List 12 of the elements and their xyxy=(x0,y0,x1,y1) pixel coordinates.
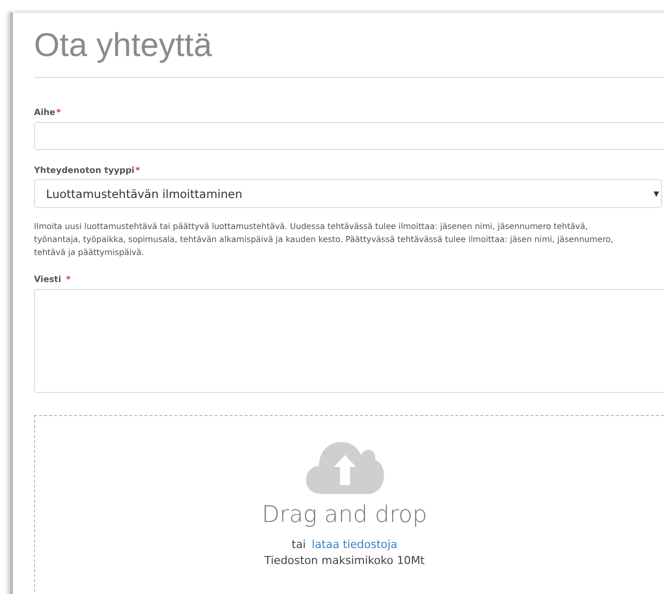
or-text: tai xyxy=(292,538,306,551)
field-label: Viesti * xyxy=(34,275,71,285)
size-limit-text: Tiedoston maksimikoko 10Mt xyxy=(264,554,425,567)
page-title: Ota yhteyttä xyxy=(34,25,212,65)
message-textarea[interactable] xyxy=(34,289,664,393)
dropzone-heading: Drag and drop xyxy=(262,502,428,528)
upload-link[interactable]: lataa tiedostoja xyxy=(312,538,398,551)
help-text: Ilmoita uusi luottamustehtävä tai päättyvä luottamustehtävä. Uudessa tehtävässä tulee ilmoittaa: jäsenen nimi, jäsennumero tehtävä, työnantaja, työpaikka, sopimusala, tehtävän alkamispäivä ja kauden kesto. Päättyvässä tehtävässä tulee ilmoittaa: jäsen nimi, jäsennumero, tehtävä ja päättymispäivä. xyxy=(34,220,614,259)
field-label: Yhteydenoton tyyppi* xyxy=(34,166,140,176)
field-label: Aihe* xyxy=(34,108,61,118)
subject-input[interactable] xyxy=(34,122,664,150)
dropzone[interactable]: Drag and drop tai lataa tiedostoja Tiedoston maksimikoko 10Mt xyxy=(34,415,664,594)
